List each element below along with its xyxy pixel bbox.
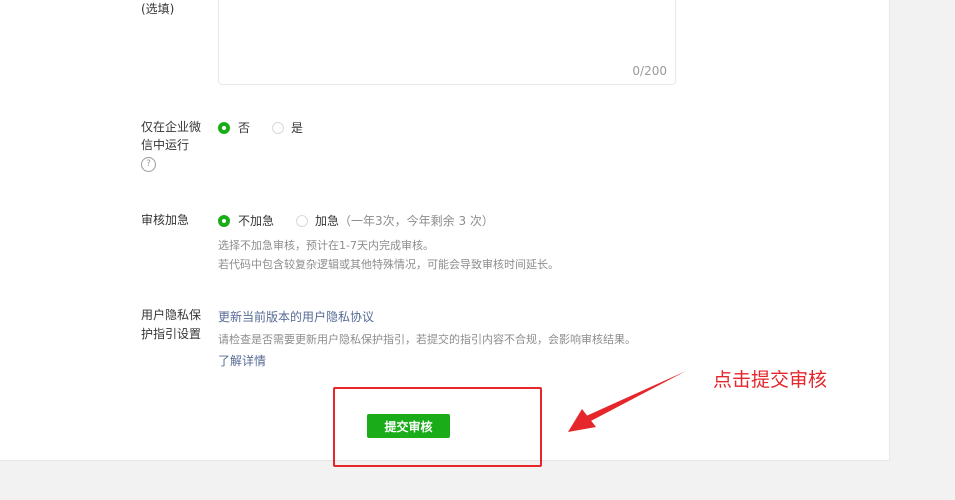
update-privacy-link[interactable]: 更新当前版本的用户隐私协议 [218, 308, 374, 325]
annotation-text: 点击提交审核 [713, 369, 828, 391]
radio-enterprise-yes-label[interactable]: 是 [291, 120, 303, 136]
urgency-hint-line1: 选择不加急审核，预计在1-7天内完成审核。 [218, 239, 434, 252]
help-icon[interactable]: ? [141, 157, 156, 172]
privacy-label-line2: 护指引设置 [141, 327, 202, 341]
review-urgency-label: 审核加急 [141, 213, 190, 227]
char-counter: 0/200 [632, 64, 667, 78]
privacy-hint: 请检查是否需要更新用户隐私保护指引，若提交的指引内容不合规，会影响审核结果。 [218, 333, 636, 346]
highlight-box [333, 387, 542, 467]
radio-no-expedite[interactable] [218, 215, 230, 227]
urgency-hint-line2: 若代码中包含较复杂逻辑或其他特殊情况，可能会导致审核时间延长。 [218, 258, 559, 271]
radio-no-expedite-label[interactable]: 不加急 [238, 213, 274, 229]
radio-enterprise-yes[interactable] [272, 122, 284, 134]
annotation-arrow-icon [568, 371, 686, 432]
radio-expedite-label-group[interactable]: 加急（一年3次，今年剩余 3 次） [315, 213, 494, 229]
radio-enterprise-no[interactable] [218, 122, 230, 134]
radio-enterprise-no-label[interactable]: 否 [238, 120, 250, 136]
radio-expedite-label[interactable]: 加急 [315, 214, 339, 228]
description-textarea[interactable]: 0/200 [218, 0, 676, 85]
expedite-quota-text: （一年3次，今年剩余 3 次） [339, 214, 494, 228]
enterprise-wechat-label-line2: 信中运行 [141, 138, 190, 152]
privacy-label-line1: 用户隐私保 [141, 308, 202, 322]
learn-more-link[interactable]: 了解详情 [218, 352, 266, 369]
enterprise-wechat-label-line1: 仅在企业微 [141, 120, 202, 134]
description-label-suffix: (选填) [141, 2, 175, 16]
radio-expedite[interactable] [296, 215, 308, 227]
